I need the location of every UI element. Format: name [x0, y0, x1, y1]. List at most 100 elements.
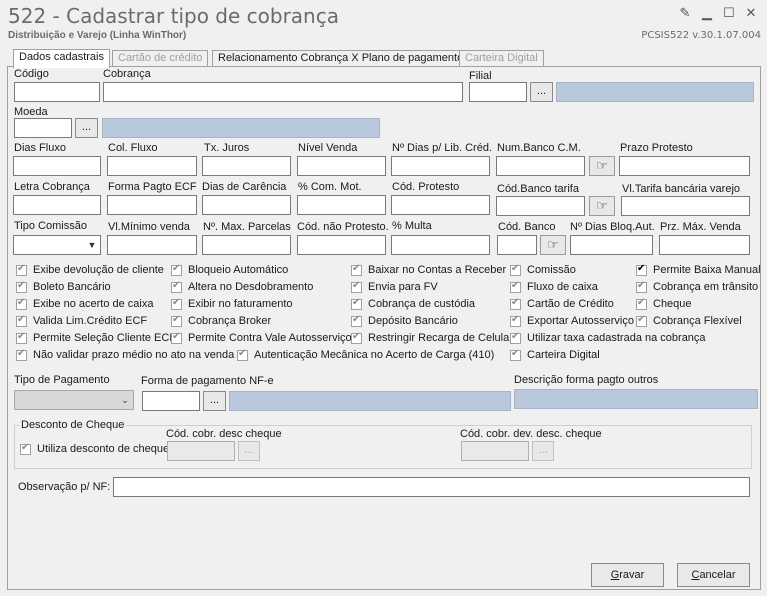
cod-cobr-desc-browse-button[interactable]: ... [238, 441, 260, 461]
tab-relacionamento[interactable]: Relacionamento Cobrança X Plano de pagam… [212, 50, 470, 67]
tipo-pagamento-label: Tipo de Pagamento [14, 374, 110, 386]
cod-cobr-dev-input[interactable] [461, 441, 529, 461]
n-max-parcelas-input[interactable] [202, 235, 291, 255]
chk-utilizar-taxa[interactable]: Utilizar taxa cadastrada na cobrança [510, 331, 706, 344]
forma-pagto-ecf-label: Forma Pagto ECF [108, 181, 197, 193]
chk-cheque[interactable]: Cheque [636, 297, 692, 310]
vl-minimo-venda-input[interactable] [107, 235, 197, 255]
maximize-icon[interactable]: ☐ [720, 6, 738, 20]
tx-juros-input[interactable] [202, 156, 291, 176]
chk-exibir-faturamento[interactable]: Exibir no faturamento [171, 297, 293, 310]
chk-label: Exibe devolução de cliente [33, 264, 164, 276]
checkbox-icon [636, 280, 647, 293]
chk-permite-baixa-manual[interactable]: Permite Baixa Manual [636, 263, 761, 276]
chk-fluxo-caixa[interactable]: Fluxo de caixa [510, 280, 598, 293]
cod-banco-tarifa-lookup-icon[interactable]: ☞ [589, 196, 615, 216]
checkbox-icon [171, 331, 182, 344]
chk-valida-lim-credito[interactable]: Valida Lim.Crédito ECF [16, 314, 147, 327]
chk-permite-selecao-cliente[interactable]: Permite Seleção Cliente ECF [16, 331, 176, 344]
chk-exportar-autosservico[interactable]: Exportar Autosserviço [510, 314, 634, 327]
gravar-button[interactable]: Gravar [591, 563, 664, 587]
checkbox-icon [351, 314, 362, 327]
moeda-browse-button[interactable]: ... [75, 118, 98, 138]
forma-pagto-ecf-input[interactable] [107, 195, 197, 215]
tab-carteira-digital[interactable]: Carteira Digital [459, 50, 544, 67]
chk-comissao[interactable]: Comissão [510, 263, 576, 276]
chk-bloqueio-automatico[interactable]: Bloqueio Automático [171, 263, 288, 276]
tipo-comissao-select[interactable]: ▼ [13, 235, 101, 255]
chk-nao-validar-prazo[interactable]: Não validar prazo médio no ato na venda [16, 348, 234, 361]
n-dias-lib-input[interactable] [391, 156, 490, 176]
cod-cobr-dev-browse-button[interactable]: ... [532, 441, 554, 461]
chk-cobranca-transito[interactable]: Cobrança em trânsito [636, 280, 758, 293]
letra-cobranca-input[interactable] [13, 195, 101, 215]
chk-cobranca-custodia[interactable]: Cobrança de custódia [351, 297, 475, 310]
prazo-protesto-input[interactable] [619, 156, 750, 176]
chk-label: Boleto Bancário [33, 281, 111, 293]
cod-cobr-desc-label: Cód. cobr. desc cheque [166, 428, 282, 440]
nivel-venda-input[interactable] [297, 156, 386, 176]
checkbox-icon [636, 297, 647, 310]
checkbox-icon [636, 314, 647, 327]
num-banco-input[interactable] [496, 156, 585, 176]
moeda-label: Moeda [14, 106, 48, 118]
n-dias-bloq-input[interactable] [570, 235, 653, 255]
chk-boleto-bancario[interactable]: Boleto Bancário [16, 280, 111, 293]
tab-dados-cadastrais[interactable]: Dados cadastrais [13, 49, 110, 68]
observacao-input[interactable] [113, 477, 750, 497]
chk-carteira-digital[interactable]: Carteira Digital [510, 348, 600, 361]
chk-permite-contra-vale[interactable]: Permite Contra Vale Autosserviço [171, 331, 352, 344]
close-icon[interactable]: ✕ [742, 6, 760, 20]
checkbox-icon [16, 280, 27, 293]
cod-nao-protesto-input[interactable] [297, 235, 386, 255]
chk-cobranca-broker[interactable]: Cobrança Broker [171, 314, 271, 327]
chk-restringir-recarga[interactable]: Restringir Recarga de Celular [351, 331, 513, 344]
multa-input[interactable] [391, 235, 490, 255]
checkbox-icon [16, 314, 27, 327]
num-banco-lookup-icon[interactable]: ☞ [589, 156, 615, 176]
com-mot-input[interactable] [297, 195, 386, 215]
checkbox-icon [16, 331, 27, 344]
col-fluxo-input[interactable] [107, 156, 197, 176]
moeda-description [102, 118, 380, 138]
chk-cobranca-flexivel[interactable]: Cobrança Flexível [636, 314, 742, 327]
tipo-pagamento-select[interactable]: ⌄ [14, 390, 134, 410]
vl-tarifa-input[interactable] [621, 196, 750, 216]
chk-exibe-acerto-caixa[interactable]: Exibe no acerto de caixa [16, 297, 153, 310]
codigo-input[interactable] [14, 82, 100, 102]
tipo-comissao-label: Tipo Comissão [14, 220, 87, 232]
chk-exibe-devolucao[interactable]: Exibe devolução de cliente [16, 263, 164, 276]
dias-carencia-input[interactable] [202, 195, 291, 215]
forma-pagamento-nfe-label: Forma de pagamento NF-e [141, 375, 274, 387]
cod-banco-lookup-icon[interactable]: ☞ [540, 235, 566, 255]
tab-cartao-credito[interactable]: Cartão de crédito [112, 50, 209, 67]
cod-banco-tarifa-input[interactable] [496, 196, 585, 216]
forma-pagamento-browse-button[interactable]: ... [203, 391, 226, 411]
chk-utiliza-desconto-cheque[interactable]: Utiliza desconto de cheque [20, 442, 169, 455]
moeda-input[interactable] [14, 118, 72, 138]
filial-label: Filial [469, 70, 492, 82]
cod-banco-input[interactable] [497, 235, 537, 255]
filial-input[interactable] [469, 82, 527, 102]
cod-protesto-input[interactable] [391, 195, 490, 215]
chk-envia-fv[interactable]: Envia para FV [351, 280, 438, 293]
cod-banco-tarifa-label: Cód.Banco tarifa [497, 183, 579, 195]
prazo-protesto-label: Prazo Protesto [620, 142, 693, 154]
cod-cobr-desc-input[interactable] [167, 441, 235, 461]
chk-cartao-credito[interactable]: Cartão de Crédito [510, 297, 614, 310]
cancelar-button[interactable]: Cancelar [677, 563, 750, 587]
checkbox-icon [16, 348, 27, 361]
dias-fluxo-input[interactable] [13, 156, 101, 176]
chk-deposito-bancario[interactable]: Depósito Bancário [351, 314, 458, 327]
prz-max-venda-input[interactable] [659, 235, 750, 255]
chk-baixar-contas-receber[interactable]: Baixar no Contas a Receber [351, 263, 506, 276]
forma-pagamento-nfe-input[interactable] [142, 391, 200, 411]
cobranca-input[interactable] [103, 82, 463, 102]
filial-browse-button[interactable]: ... [530, 82, 553, 102]
chk-autenticacao-mecanica[interactable]: Autenticação Mecânica no Acerto de Carga… [237, 348, 494, 361]
descricao-forma-pagto-input[interactable] [514, 389, 758, 409]
chk-altera-desdobramento[interactable]: Altera no Desdobramento [171, 280, 313, 293]
chevron-down-icon: ▼ [87, 240, 97, 250]
minimize-icon[interactable]: ▁ [698, 6, 716, 20]
edit-icon[interactable]: ✎ [676, 6, 694, 20]
